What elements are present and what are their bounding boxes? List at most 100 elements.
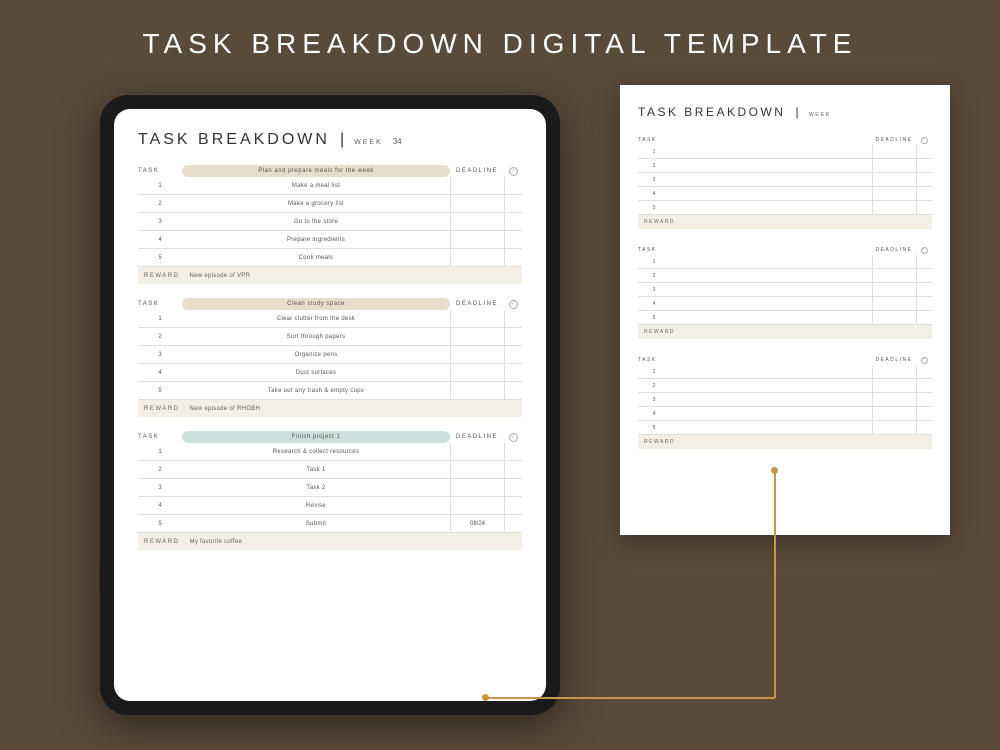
subtask-text: Research & collect resources: [182, 449, 450, 455]
subtask-row: 2: [638, 269, 932, 283]
subtask-text: Task 2: [182, 485, 450, 491]
subtask-number: 5: [638, 425, 670, 431]
subtask-number: 4: [138, 503, 182, 509]
subtask-row: 5Cook meals: [138, 249, 522, 267]
task-blocks-container: TASKPlan and prepare meals for the weekD…: [138, 165, 522, 550]
subtask-number: 2: [138, 201, 182, 207]
subtask-number: 5: [638, 315, 670, 321]
subtask-number: 5: [638, 205, 670, 211]
task-header-row: TASKDEADLINE: [638, 135, 932, 145]
planner-header: TASK BREAKDOWN | WEEK 34: [138, 131, 522, 149]
column-task-label: TASK: [138, 166, 182, 176]
subtask-number: 5: [138, 521, 182, 527]
subtask-text: Make a grocery list: [182, 201, 450, 207]
subtask-row: 1: [638, 365, 932, 379]
column-deadline-label: DEADLINE: [872, 135, 916, 145]
subtask-number: 1: [638, 259, 670, 265]
subtask-text: Take out any trash & empty cups: [182, 388, 450, 394]
subtask-deadline-empty: [872, 407, 916, 420]
subtask-check-cell: [504, 497, 522, 514]
subtask-deadline: [450, 249, 504, 266]
subtask-text: Revise: [182, 503, 450, 509]
week-number: 34: [393, 137, 402, 146]
subtask-deadline: [450, 177, 504, 194]
column-task-label: TASK: [138, 299, 182, 309]
tablet-screen: TASK BREAKDOWN | WEEK 34 TASKPlan and pr…: [114, 109, 546, 701]
reward-text: New episode of RHOBH: [189, 406, 260, 412]
subtask-deadline: [450, 364, 504, 381]
subtask-row: 4Revise: [138, 497, 522, 515]
reward-row: REWARD My favorite coffee: [138, 533, 522, 550]
subtask-check-cell: [916, 187, 932, 200]
subtask-check-cell: [504, 382, 522, 399]
subtask-number: 3: [138, 352, 182, 358]
column-deadline-label: DEADLINE: [872, 245, 916, 255]
subtask-deadline-empty: [872, 421, 916, 434]
reward-row: REWARDNew episode of RHOBH: [138, 400, 522, 417]
connector-dot: [482, 694, 489, 701]
column-check-header: [504, 300, 522, 309]
subtask-row: 1: [638, 255, 932, 269]
check-circle-icon: [921, 357, 928, 364]
subtask-row: 2Make a grocery list: [138, 195, 522, 213]
planner-header: TASK BREAKDOWN | WEEK: [638, 105, 932, 119]
subtask-text: Cook meals: [182, 255, 450, 261]
reward-label: REWARD: [644, 329, 675, 335]
subtask-row: 5Submit08/24: [138, 515, 522, 533]
tablet-side-button: [98, 565, 100, 593]
check-circle-icon: [509, 300, 518, 309]
subtask-check-cell: [504, 310, 522, 327]
column-deadline-label: DEADLINE: [450, 166, 504, 176]
subtask-row: 1Clear clutter from the desk: [138, 310, 522, 328]
subtask-row: 3: [638, 393, 932, 407]
subtask-row: 3: [638, 173, 932, 187]
subtask-deadline-empty: [872, 159, 916, 172]
subtask-text: Submit: [182, 521, 450, 527]
task-header-row: TASKDEADLINE: [638, 245, 932, 255]
subtask-row: 2Task 1: [138, 461, 522, 479]
title-divider: |: [340, 131, 344, 149]
reward-label: REWARD: [144, 273, 179, 279]
subtask-number: 4: [138, 237, 182, 243]
reward-text: New episode of VPR: [189, 273, 250, 279]
subtask-deadline-empty: [872, 311, 916, 324]
subtask-deadline-empty: [872, 187, 916, 200]
subtask-check-cell: [916, 159, 932, 172]
subtask-number: 4: [638, 411, 670, 417]
task-header-row: TASKPlan and prepare meals for the weekD…: [138, 165, 522, 177]
subtask-check-cell: [916, 311, 932, 324]
subtask-check-cell: [916, 297, 932, 310]
subtask-row: 2: [638, 159, 932, 173]
subtask-deadline: [450, 328, 504, 345]
subtask-check-cell: [504, 364, 522, 381]
subtask-deadline-empty: [872, 393, 916, 406]
subtask-row: 1Make a meal list: [138, 177, 522, 195]
reward-label: REWARD: [644, 219, 675, 225]
task-block: TASKDEADLINE12345REWARD: [638, 245, 932, 339]
subtask-number: 5: [138, 388, 182, 394]
subtask-check-cell: [916, 283, 932, 296]
subtask-number: 4: [138, 370, 182, 376]
subtask-row: 1: [638, 145, 932, 159]
task-block: TASKFinish project 1DEADLINE1Research & …: [138, 431, 522, 550]
subtask-check-cell: [916, 421, 932, 434]
subtask-deadline: 08/24: [450, 515, 504, 532]
subtask-row: 5Take out any trash & empty cups: [138, 382, 522, 400]
subtask-deadline: [450, 382, 504, 399]
reward-text: My favorite coffee: [189, 539, 242, 545]
subtask-check-cell: [504, 231, 522, 248]
subtask-text: Clear clutter from the desk: [182, 316, 450, 322]
subtask-check-cell: [504, 249, 522, 266]
subtask-row: 5: [638, 311, 932, 325]
reward-label: REWARD: [144, 539, 179, 545]
subtask-deadline: [450, 479, 504, 496]
task-title-chip: Finish project 1: [182, 431, 450, 443]
subtask-check-cell: [916, 173, 932, 186]
subtask-deadline: [450, 497, 504, 514]
tablet-device: TASK BREAKDOWN | WEEK 34 TASKPlan and pr…: [100, 95, 560, 715]
subtask-number: 3: [638, 397, 670, 403]
subtask-check-cell: [504, 461, 522, 478]
check-circle-icon: [921, 137, 928, 144]
subtask-number: 3: [638, 287, 670, 293]
check-circle-icon: [509, 433, 518, 442]
